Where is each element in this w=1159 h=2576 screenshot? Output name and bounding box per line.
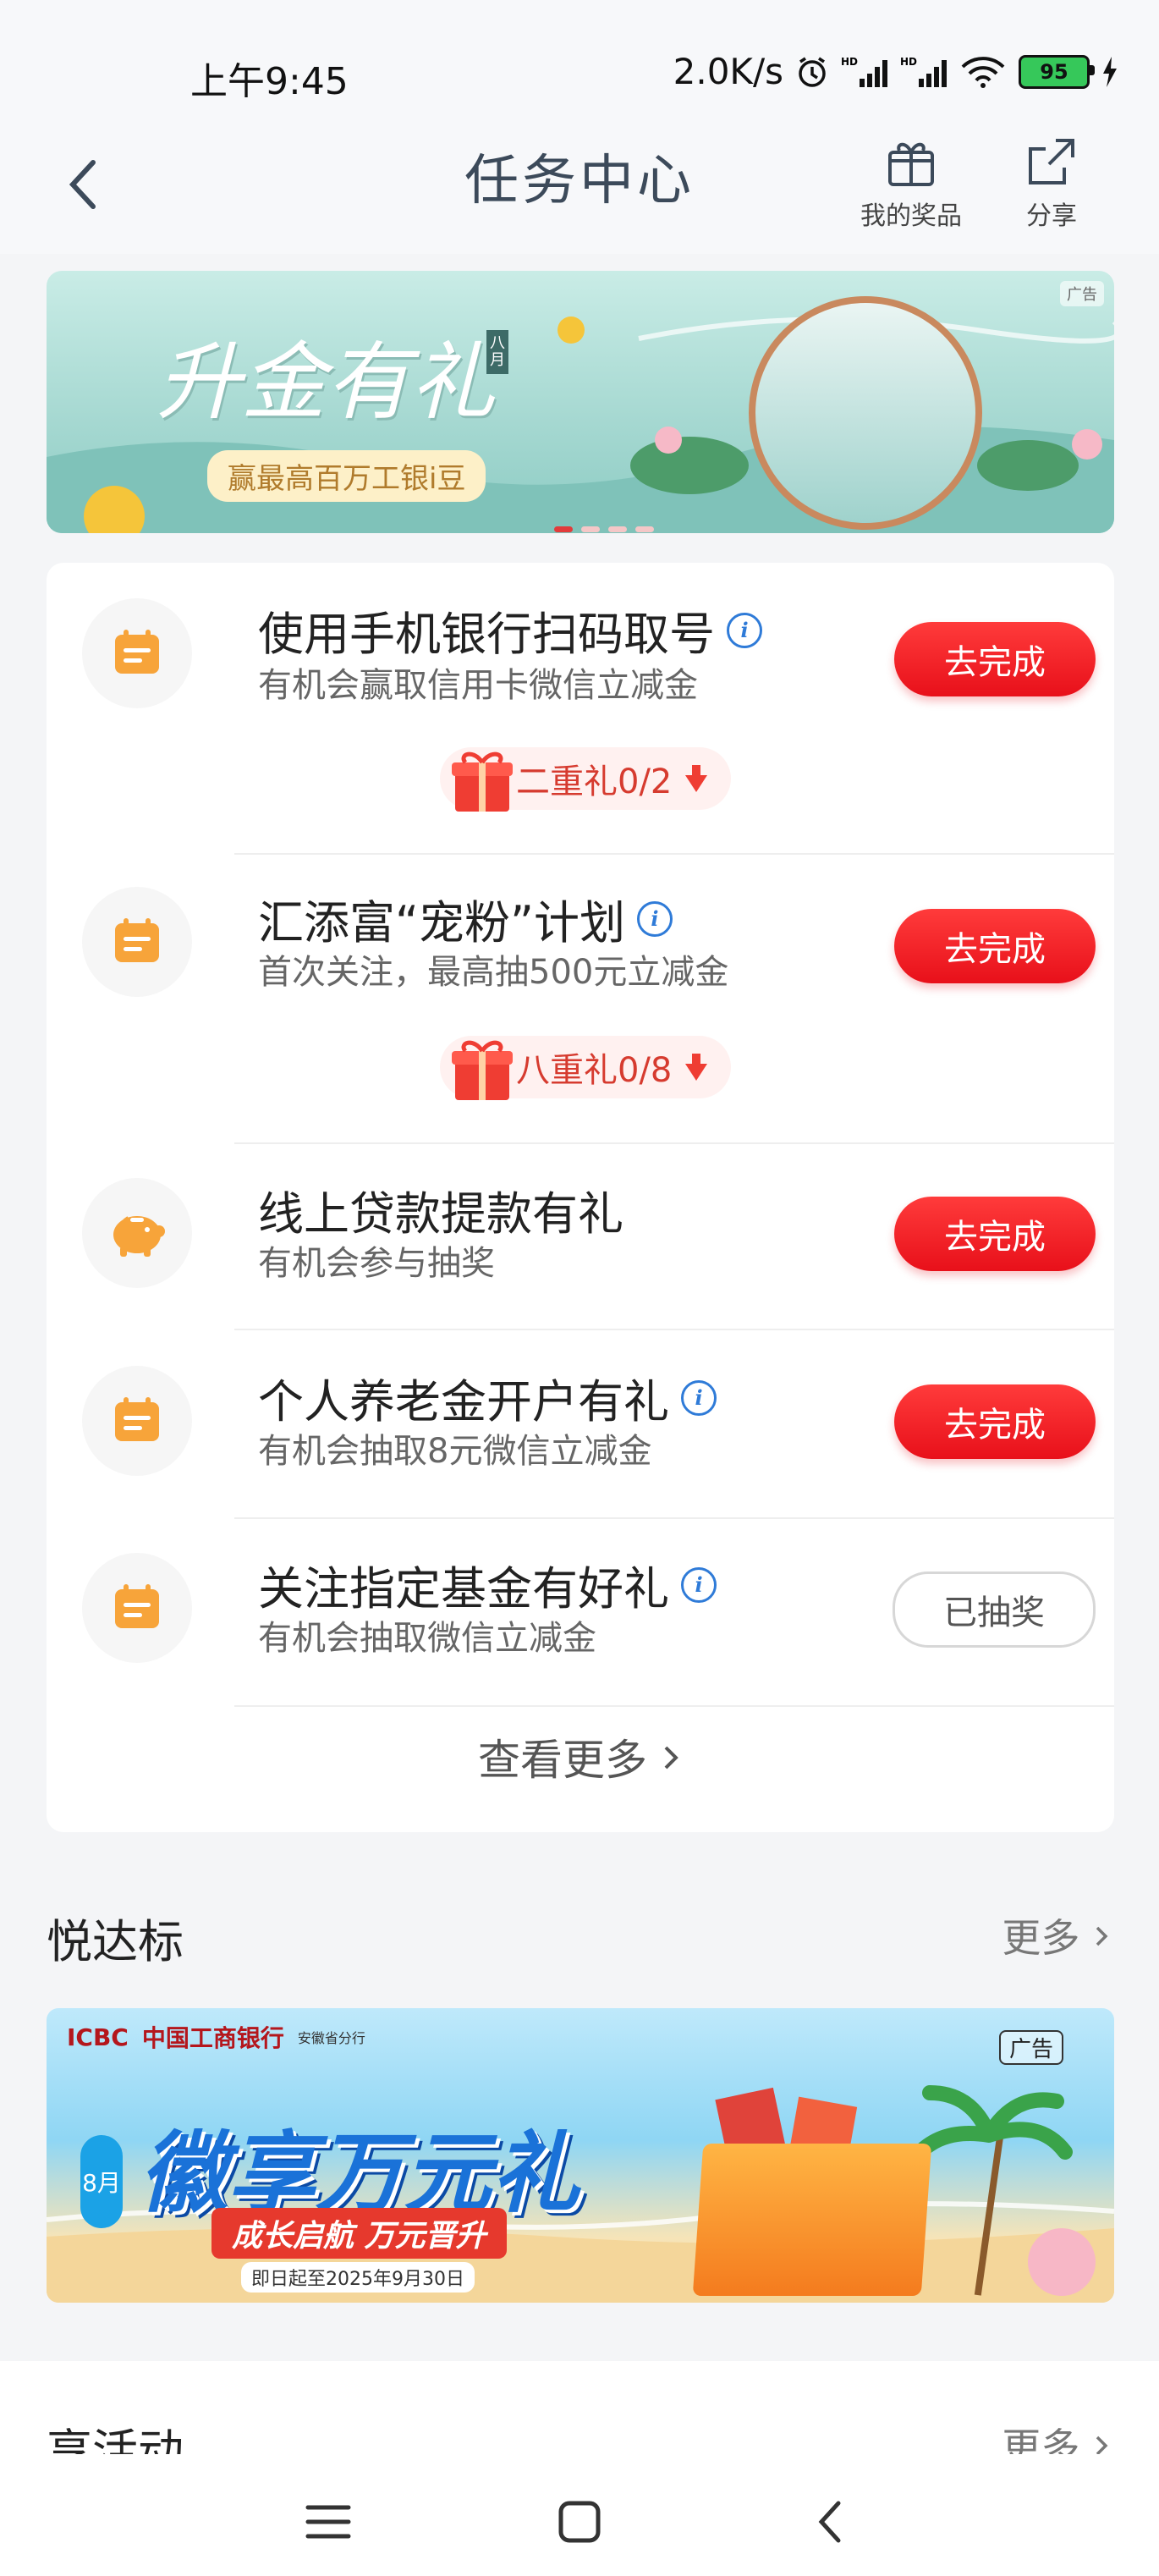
status-bar: 上午9:45 2.0K/s HD HD 95 <box>0 0 1159 127</box>
arrow-down-icon <box>685 1054 708 1081</box>
calendar-icon <box>82 887 192 997</box>
banner-pagination <box>554 526 654 532</box>
task-title: 使用手机银行扫码取号 i <box>258 597 762 663</box>
pagination-dot <box>581 526 600 532</box>
home-square-icon <box>558 2501 601 2543</box>
task-description: 首次关注，最高抽500元立减金 <box>258 953 729 992</box>
info-icon[interactable]: i <box>636 900 673 937</box>
complete-task-button[interactable]: 去完成 <box>894 622 1096 696</box>
info-icon[interactable]: i <box>681 1379 717 1416</box>
task-description: 有机会参与抽奖 <box>258 1244 495 1283</box>
info-icon[interactable]: i <box>681 1566 717 1603</box>
wifi-icon <box>959 55 1007 89</box>
top-bar: 任务中心 我的奖品 分享 <box>0 127 1159 254</box>
share-label: 分享 <box>1026 201 1077 231</box>
view-more-link[interactable]: 查看更多 <box>47 1726 1114 1787</box>
svg-text:HD: HD <box>841 56 858 68</box>
divider <box>234 1142 1114 1144</box>
network-speed: 2.0K/s <box>673 51 783 92</box>
menu-icon <box>305 2505 351 2539</box>
gift-progress-badge[interactable]: 八重礼0/8 <box>440 1036 732 1100</box>
gift-box-icon <box>448 742 516 823</box>
task-title-text: 线上贷款提款有礼 <box>258 1187 623 1241</box>
status-icons: 2.0K/s HD HD 95 <box>673 51 1118 92</box>
calendar-icon <box>82 1366 192 1476</box>
divider <box>234 1705 1114 1707</box>
battery-icon: 95 <box>1019 54 1095 89</box>
signal-icon: HD <box>841 55 888 89</box>
divider <box>234 853 1114 855</box>
task-description: 有机会赢取信用卡微信立减金 <box>258 666 698 705</box>
task-title: 关注指定基金有好礼 i <box>258 1551 717 1618</box>
complete-task-button[interactable]: 去完成 <box>894 1384 1096 1459</box>
menu-button[interactable] <box>294 2488 362 2556</box>
branch-name: 安徽省分行 <box>297 2030 365 2046</box>
view-more-text: 查看更多 <box>478 1736 648 1785</box>
gift-box-icon <box>448 1031 516 1112</box>
divider <box>234 1517 1114 1519</box>
section-more-link[interactable]: 更多 <box>1002 1907 1112 1963</box>
ad-label: 广告 <box>998 2030 1063 2065</box>
calendar-icon <box>82 1553 192 1663</box>
arrow-down-icon <box>685 765 708 792</box>
chevron-right-icon <box>664 1746 678 1770</box>
info-icon[interactable]: i <box>727 612 762 648</box>
icbc-logo-text: ICBC <box>67 2023 129 2051</box>
page-title: 任务中心 <box>464 150 695 212</box>
complete-task-button[interactable]: 去完成 <box>894 1197 1096 1271</box>
section-more-text: 更多 <box>1002 1915 1080 1961</box>
drawn-status-button[interactable]: 已抽奖 <box>893 1571 1096 1648</box>
gift-icon <box>888 142 934 186</box>
charging-icon <box>1101 55 1118 89</box>
share-icon <box>1029 139 1074 184</box>
task-description: 有机会抽取微信立减金 <box>258 1619 596 1658</box>
month-badge: 8月 <box>80 2135 123 2228</box>
system-back-button[interactable] <box>797 2488 865 2556</box>
pagination-dot <box>554 526 573 532</box>
status-time: 上午9:45 <box>190 60 349 103</box>
pagination-dot <box>608 526 627 532</box>
banner-subtitle: 赢最高百万工银i豆 <box>207 450 486 502</box>
gift-progress-badge[interactable]: 二重礼0/2 <box>440 747 732 812</box>
task-title-text: 使用手机银行扫码取号 <box>258 608 715 661</box>
task-title-text: 汇添富“宠粉”计划 <box>258 896 625 949</box>
icbc-banner-subtitle: 成长启航 万元晋升 <box>211 2208 507 2259</box>
my-prizes-label: 我的奖品 <box>860 201 962 231</box>
alarm-icon <box>795 55 829 89</box>
home-button[interactable] <box>546 2488 613 2556</box>
gift-progress-text: 二重礼0/2 <box>516 762 673 801</box>
icbc-promo-banner[interactable]: ICBC 中国工商银行 安徽省分行 8月 徽享万元礼 成长启航 万元晋升 即日起… <box>47 2008 1114 2303</box>
chevron-right-icon <box>1096 1926 1108 1946</box>
pagination-dot <box>635 526 654 532</box>
banner-title: 升金有礼 <box>157 333 495 432</box>
gift-progress-text: 八重礼0/8 <box>516 1051 673 1090</box>
system-nav-bar <box>0 2454 1159 2576</box>
svg-text:HD: HD <box>900 56 917 68</box>
calendar-icon <box>82 598 192 708</box>
task-title-text: 个人养老金开户有礼 <box>258 1375 669 1428</box>
icbc-logo: ICBC 中国工商银行 安徽省分行 <box>67 2020 365 2054</box>
complete-task-button[interactable]: 去完成 <box>894 909 1096 983</box>
signal-icon: HD <box>900 55 948 89</box>
back-arrow-icon <box>818 2501 841 2543</box>
piggy-bank-icon <box>82 1178 192 1288</box>
ad-label: 广告 <box>1060 281 1104 306</box>
share-button[interactable]: 分享 <box>988 134 1115 232</box>
divider <box>234 1329 1114 1330</box>
gift-box-illustration <box>692 2144 932 2296</box>
task-title: 线上贷款提款有礼 <box>258 1176 623 1243</box>
banner-month-tag: 八月 <box>486 330 508 374</box>
promo-banner[interactable]: 升金有礼 八月 赢最高百万工银i豆 广告 <box>47 271 1114 533</box>
task-title: 个人养老金开户有礼 i <box>258 1364 717 1431</box>
task-list-card: 使用手机银行扫码取号 i 有机会赢取信用卡微信立减金 去完成 二重礼0/2 汇添… <box>47 563 1114 1832</box>
section-title: 悦达标 <box>47 1915 184 1968</box>
task-description: 有机会抽取8元微信立减金 <box>258 1432 652 1471</box>
lotus-scene-illustration <box>749 296 982 530</box>
icbc-banner-date: 即日起至2025年9月30日 <box>241 2262 475 2293</box>
task-title: 汇添富“宠粉”计划 i <box>258 885 673 952</box>
my-prizes-button[interactable]: 我的奖品 <box>848 134 975 232</box>
task-title-text: 关注指定基金有好礼 <box>258 1562 669 1616</box>
bank-name: 中国工商银行 <box>141 2024 284 2052</box>
